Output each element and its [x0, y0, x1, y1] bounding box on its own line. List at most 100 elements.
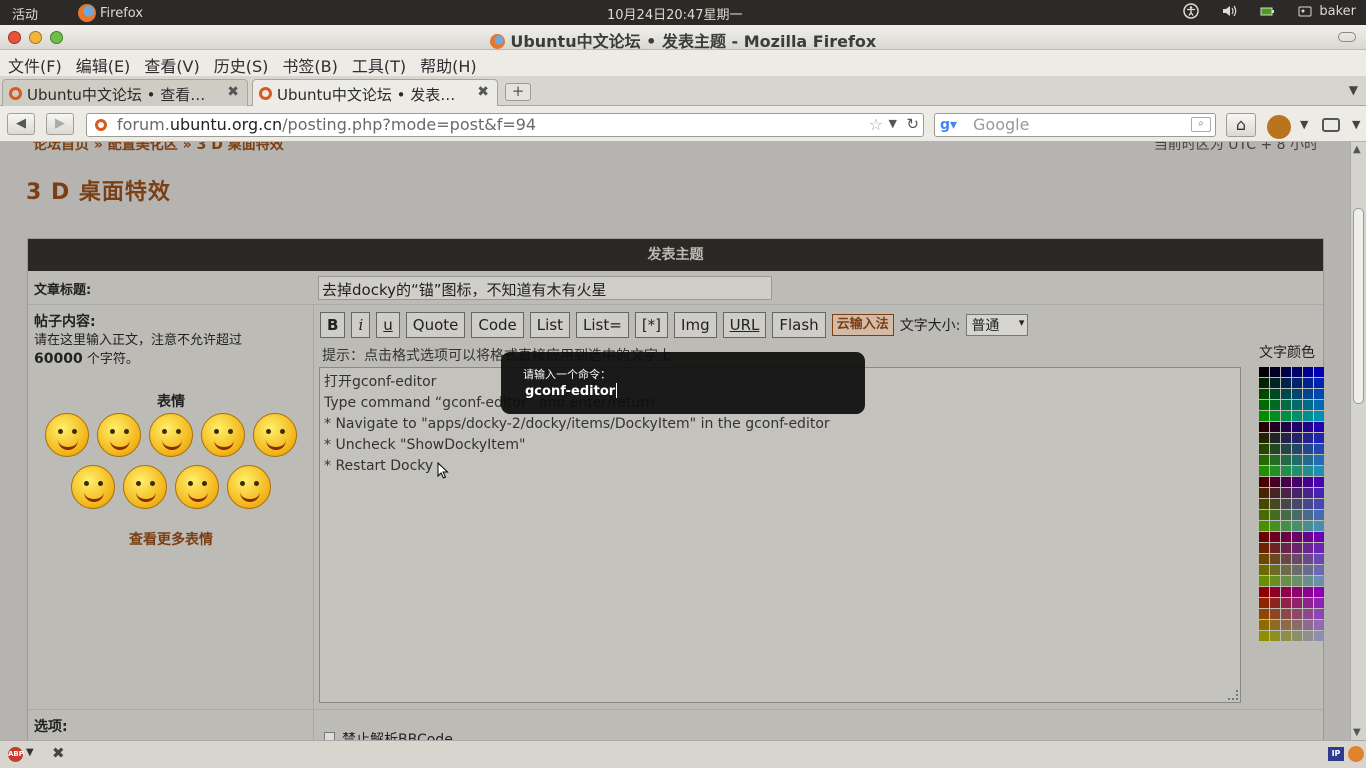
color-swatch[interactable] [1303, 488, 1313, 498]
menu-file[interactable]: 文件(F) [8, 50, 68, 76]
color-swatch[interactable] [1259, 367, 1269, 377]
color-swatch[interactable] [1270, 455, 1280, 465]
back-button[interactable]: ◀ [7, 113, 35, 135]
smiley-dizzy-icon[interactable] [227, 465, 271, 509]
color-swatch[interactable] [1281, 433, 1291, 443]
color-swatch[interactable] [1259, 477, 1269, 487]
color-swatch[interactable] [1292, 488, 1302, 498]
color-swatch[interactable] [1281, 422, 1291, 432]
menu-bookmarks[interactable]: 书签(B) [282, 50, 343, 76]
font-size-select[interactable]: 普通 [966, 314, 1029, 336]
bold-button[interactable]: B [320, 312, 346, 338]
italic-button[interactable]: i [351, 312, 371, 338]
color-swatch[interactable] [1292, 620, 1302, 630]
color-swatch[interactable] [1292, 499, 1302, 509]
message-textarea[interactable]: 打开gconf-editor Type command “gconf-edito… [319, 367, 1241, 703]
screenshot-icon[interactable] [1322, 118, 1340, 132]
menu-edit[interactable]: 编辑(E) [76, 50, 137, 76]
color-swatch[interactable] [1303, 510, 1313, 520]
color-swatch[interactable] [1314, 587, 1324, 597]
url-dropdown-icon[interactable]: ▼ [889, 117, 897, 130]
color-swatch[interactable] [1292, 422, 1302, 432]
menu-help[interactable]: 帮助(H) [420, 50, 483, 76]
color-swatch[interactable] [1303, 477, 1313, 487]
quote-button[interactable]: Quote [405, 312, 466, 338]
color-swatch[interactable] [1292, 609, 1302, 619]
color-swatch[interactable] [1259, 565, 1269, 575]
clock[interactable]: 10月24日20:47星期一 [607, 4, 743, 23]
color-swatch[interactable] [1259, 631, 1269, 641]
volume-icon[interactable] [1221, 3, 1237, 19]
smiley-grin-icon[interactable] [123, 465, 167, 509]
color-swatch[interactable] [1292, 433, 1302, 443]
color-swatch[interactable] [1292, 444, 1302, 454]
smiley-tongue-icon[interactable] [97, 413, 141, 457]
disable-bbcode-label[interactable]: 禁止解析BBCode [342, 729, 453, 740]
color-swatch[interactable] [1281, 400, 1291, 410]
color-swatch[interactable] [1281, 499, 1291, 509]
greasemonkey-dropdown-icon[interactable]: ▼ [1300, 118, 1308, 131]
color-swatch[interactable] [1314, 400, 1324, 410]
greasemonkey-icon[interactable] [1267, 115, 1291, 139]
color-swatch[interactable] [1314, 367, 1324, 377]
color-swatch[interactable] [1303, 532, 1313, 542]
color-swatch[interactable] [1292, 411, 1302, 421]
color-swatch[interactable] [1303, 422, 1313, 432]
color-swatch[interactable] [1314, 389, 1324, 399]
color-swatch[interactable] [1259, 378, 1269, 388]
color-swatch[interactable] [1259, 554, 1269, 564]
color-swatch[interactable] [1270, 400, 1280, 410]
subject-input[interactable]: 去掉docky的“锚”图标，不知道有木有火星 [318, 276, 772, 300]
color-swatch[interactable] [1303, 466, 1313, 476]
color-swatch[interactable] [1259, 510, 1269, 520]
color-swatch[interactable] [1259, 444, 1269, 454]
color-swatch[interactable] [1292, 455, 1302, 465]
color-swatch[interactable] [1314, 510, 1324, 520]
reload-icon[interactable]: ↻ [906, 115, 919, 133]
color-swatch[interactable] [1270, 576, 1280, 586]
color-swatch[interactable] [1303, 565, 1313, 575]
color-swatch[interactable] [1270, 477, 1280, 487]
color-swatch[interactable] [1303, 411, 1313, 421]
color-swatch[interactable] [1314, 466, 1324, 476]
color-swatch[interactable] [1270, 411, 1280, 421]
color-swatch[interactable] [1281, 455, 1291, 465]
color-swatch[interactable] [1303, 378, 1313, 388]
color-swatch[interactable] [1270, 367, 1280, 377]
color-swatch[interactable] [1270, 620, 1280, 630]
list-item-button[interactable]: [*] [634, 312, 669, 338]
page-title[interactable]: 3 D 桌面特效 [26, 174, 171, 206]
color-swatch[interactable] [1303, 576, 1313, 586]
close-tab-icon[interactable]: ✖ [227, 84, 239, 100]
underline-button[interactable]: u [376, 312, 400, 338]
color-swatch[interactable] [1292, 532, 1302, 542]
home-button[interactable]: ⌂ [1226, 113, 1256, 137]
app-menu[interactable]: Firefox [78, 4, 143, 22]
color-swatch[interactable] [1314, 543, 1324, 553]
color-swatch[interactable] [1303, 499, 1313, 509]
more-smilies-link[interactable]: 查看更多表情 [28, 529, 314, 549]
color-swatch[interactable] [1281, 587, 1291, 597]
color-swatch[interactable] [1281, 378, 1291, 388]
color-swatch[interactable] [1270, 609, 1280, 619]
screenshot-dropdown-icon[interactable]: ▼ [1352, 118, 1360, 131]
color-swatch[interactable] [1314, 631, 1324, 641]
color-swatch[interactable] [1270, 587, 1280, 597]
color-swatch[interactable] [1292, 477, 1302, 487]
color-swatch[interactable] [1259, 422, 1269, 432]
color-swatch[interactable] [1292, 521, 1302, 531]
color-swatch[interactable] [1281, 576, 1291, 586]
color-swatch[interactable] [1303, 587, 1313, 597]
color-swatch[interactable] [1259, 466, 1269, 476]
color-swatch[interactable] [1303, 389, 1313, 399]
breadcrumb[interactable]: 论坛首页 » 配置美化区 » 3 D 桌面特效 [33, 142, 284, 154]
color-swatch[interactable] [1303, 521, 1313, 531]
tab-view-topic[interactable]: Ubuntu中文论坛 • 查看… ✖ [2, 79, 248, 106]
menu-tools[interactable]: 工具(T) [352, 50, 412, 76]
search-engine-icon[interactable]: g▾ [940, 117, 957, 133]
color-swatch[interactable] [1281, 488, 1291, 498]
close-addon-bar-icon[interactable]: ✖ [52, 744, 65, 762]
smiley-sweat-icon[interactable] [71, 465, 115, 509]
smiley-chuckle-icon[interactable] [175, 465, 219, 509]
color-swatch[interactable] [1281, 521, 1291, 531]
